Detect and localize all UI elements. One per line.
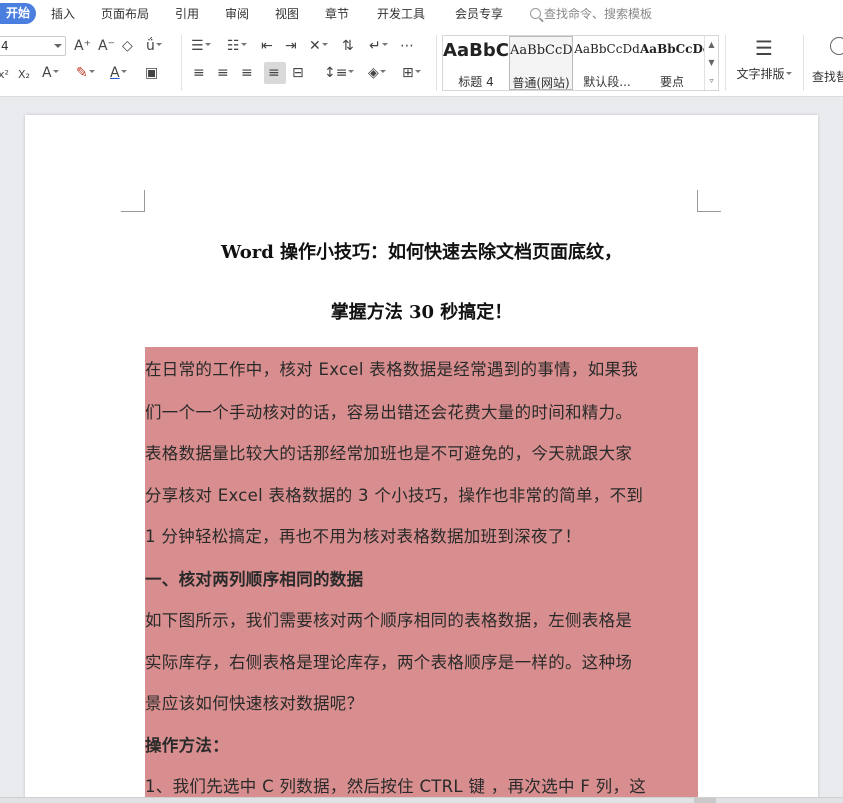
horizontal-scrollbar[interactable] [0,797,843,803]
style-sample: AaBbCcDd [574,42,640,56]
grow-font-icon[interactable]: A⁺ [74,38,91,54]
align-left-icon[interactable]: ≡ [193,65,205,81]
styles-gallery: AaBbC 标题 4 AaBbCcD 普通(网站) AaBbCcDd 默认段..… [442,35,719,91]
ribbon-toolbar: 4 A⁺ A⁻ ◇ ǘ x² X₂ A ✎ A ▣ ☰ ☷ ⇤ ⇥ ✕ ⇅ ↵ … [0,27,843,97]
text-effect-icon[interactable]: A [42,65,59,81]
style-default-paragraph[interactable]: AaBbCcDd 默认段... [574,36,640,90]
body-line: 在日常的工作中，核对 Excel 表格数据是经常遇到的事情，如果我 [145,360,639,379]
superscript-icon[interactable]: x² [0,67,9,83]
font-size-value: 4 [1,39,9,53]
style-sample: AaBbC [443,40,509,61]
search-placeholder: 查找命令、搜索模板 [544,7,653,21]
document-page[interactable]: Word 操作小技巧：如何快速去除文档页面底纹， 掌握方法 30 秒搞定！ 在日… [25,115,818,803]
justify-icon: ≡ [268,65,280,81]
find-icon [830,37,843,55]
margin-corner-mark [121,190,145,212]
text-layout-button[interactable]: ☰ 文字排版 [734,37,794,82]
tab-home[interactable]: 开始 [0,3,36,24]
section-heading: 一、核对两列顺序相同的数据 [145,570,364,589]
text-layout-icon: ☰ [755,36,773,60]
find-replace-label: 查找替换 [812,70,843,84]
tab-developer-tools[interactable]: 开发工具 [377,5,425,22]
tab-references[interactable]: 引用 [175,5,199,22]
find-replace-button[interactable]: 查找替换 [812,37,843,85]
menu-tab-bar: 开始 插入 页面布局 引用 审阅 视图 章节 开发工具 会员专享 查找命令、搜索… [0,0,843,27]
document-title-line-2: 掌握方法 30 秒搞定！ [330,302,513,323]
tab-review[interactable]: 审阅 [225,5,249,22]
char-border-icon[interactable]: ▣ [145,65,158,81]
margin-corner-mark [697,190,721,212]
phonetic-guide-icon[interactable]: ǘ [146,38,162,54]
tab-chapter[interactable]: 章节 [325,5,349,22]
align-center-icon[interactable]: ≡ [217,65,229,81]
style-label: 普通(网站) [512,76,570,90]
style-key-point[interactable]: AaBbCcDd 要点 [640,36,704,90]
tab-insert[interactable]: 插入 [51,5,75,22]
document-title-line-1: Word 操作小技巧：如何快速去除文档页面底纹， [220,242,623,263]
text-layout-label: 文字排版 [736,67,785,81]
method-heading: 操作方法： [145,736,229,755]
subscript-icon[interactable]: X₂ [18,67,30,83]
borders-icon[interactable]: ⊞ [402,65,421,81]
increase-indent-icon[interactable]: ⇥ [285,38,297,54]
expand-gallery-icon[interactable]: ▿ [705,72,718,90]
body-line: 实际库存，右侧表格是理论库存，两个表格顺序是一样的。这种场 [145,653,633,672]
scrollbar-thumb[interactable] [694,798,716,803]
sort-icon[interactable]: ⇅ [342,38,354,54]
font-size-select[interactable]: 4 [0,36,66,56]
highlight-color-icon[interactable]: ✎ [76,65,95,81]
body-line: 如下图所示，我们需要核对两个顺序相同的表格数据，左侧表格是 [145,611,633,630]
clear-format-icon[interactable]: ◇ [122,38,133,54]
style-label: 默认段... [583,75,631,89]
tab-page-layout[interactable]: 页面布局 [101,5,149,22]
chevron-up-icon[interactable]: ▲ [705,36,718,54]
distribute-icon[interactable]: ⊟ [292,65,304,81]
style-heading-4[interactable]: AaBbC 标题 4 [443,36,509,90]
style-label: 要点 [659,75,684,89]
body-line: 们一个一个手动核对的话，容易出错还会花费大量的时间和精力。 [145,403,633,422]
align-right-icon[interactable]: ≡ [241,65,253,81]
style-sample: AaBbCcD [510,43,572,58]
show-hide-marks-icon[interactable]: ↵ [369,38,388,54]
tab-member-exclusive[interactable]: 会员专享 [455,5,503,22]
style-label: 标题 4 [458,75,494,89]
body-line: 分享核对 Excel 表格数据的 3 个小技巧，操作也非常的简单，不到 [145,486,644,505]
group-divider [725,35,726,91]
decrease-indent-icon[interactable]: ⇤ [261,38,273,54]
line-spacing-icon[interactable]: ↕≡ [324,65,355,81]
shading-icon[interactable]: ◈ [368,65,386,81]
style-sample: AaBbCcDd [640,42,704,56]
table-tools-icon[interactable]: ⋯ [400,38,414,54]
body-line: 表格数据量比较大的话那经常加班也是不可避免的，今天就跟大家 [145,444,633,463]
tab-view[interactable]: 视图 [275,5,299,22]
font-color-icon[interactable]: A [110,65,127,81]
chinese-layout-icon[interactable]: ✕ [309,38,328,54]
group-divider [436,35,437,91]
chevron-down-icon[interactable]: ▼ [705,54,718,72]
search-icon [530,8,541,19]
group-divider [181,35,182,91]
shrink-font-icon[interactable]: A⁻ [98,38,115,54]
chevron-down-icon [54,44,62,52]
command-search[interactable]: 查找命令、搜索模板 [530,5,652,22]
numbered-list-icon[interactable]: ☷ [227,38,247,54]
group-divider [803,35,804,91]
body-line: 1 分钟轻松搞定，再也不用为核对表格数据加班到深夜了！ [145,527,582,546]
style-normal-web[interactable]: AaBbCcD 普通(网站) [509,36,573,90]
body-line: 景应该如何快速核对数据呢？ [145,694,364,713]
styles-scroll: ▲ ▼ ▿ [704,36,718,90]
bullet-list-icon[interactable]: ☰ [191,38,211,54]
body-line: 1、我们先选中 C 列数据，然后按住 CTRL 键 ，再次选中 F 列，这 [145,777,647,796]
